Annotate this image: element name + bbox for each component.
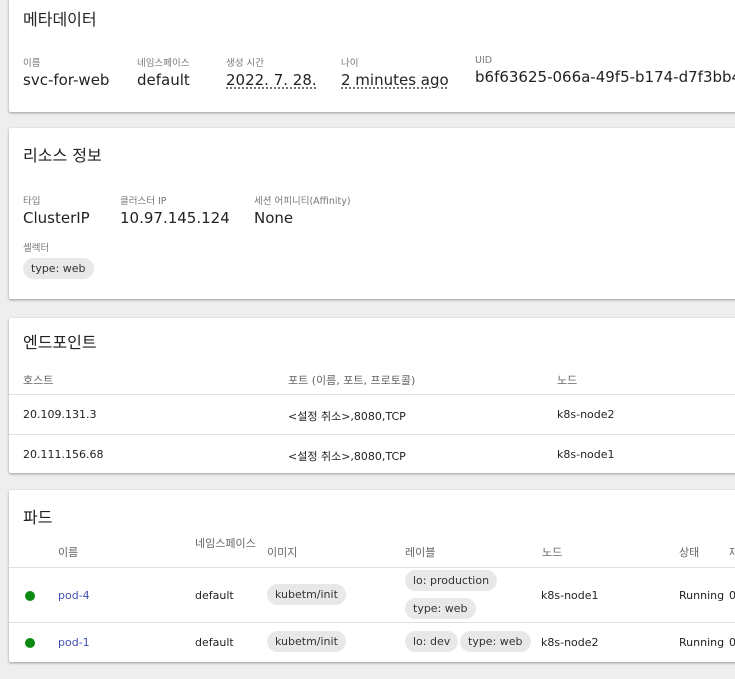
selector-field: 셀렉터 type: web <box>23 240 94 279</box>
divider <box>9 567 735 568</box>
pods-card: 파드 이름 네임스페이스 이미지 레이블 노드 상태 재 pod-4 defau… <box>9 490 735 662</box>
pods-header-image: 이미지 <box>267 546 298 559</box>
endpoint-ports: <설정 취소>,8080,TCP <box>288 450 406 463</box>
type-label: 타입 <box>23 196 41 207</box>
pod-label-chip: lo: dev <box>405 631 459 652</box>
pod-namespace: default <box>195 589 234 602</box>
cluster-ip-field: 클러스터 IP 10.97.145.124 <box>120 193 230 227</box>
metadata-card: 메타데이터 이름 svc-for-web 네임스페이스 default 생성 시… <box>9 0 735 112</box>
pods-header-name: 이름 <box>58 546 79 559</box>
endpoint-node: k8s-node1 <box>557 448 615 461</box>
selector-chip: type: web <box>23 258 94 279</box>
name-value: svc-for-web <box>23 71 110 89</box>
pod-image-chip: kubetm/init <box>267 631 346 652</box>
status-running-icon <box>25 591 35 601</box>
pod-status: Running <box>679 636 725 649</box>
pods-header-restarts: 재 <box>729 546 735 559</box>
affinity-label: 세션 어피니티(Affinity) <box>254 196 351 207</box>
affinity-value: None <box>254 209 294 227</box>
metadata-title: 메타데이터 <box>23 10 97 29</box>
endpoint-ports: <설정 취소>,8080,TCP <box>288 410 406 423</box>
name-label: 이름 <box>23 58 41 69</box>
endpoint-host: 20.111.156.68 <box>23 448 104 461</box>
endpoint-node: k8s-node2 <box>557 408 615 421</box>
selector-label: 셀렉터 <box>23 243 50 254</box>
status-running-icon <box>25 638 35 648</box>
age-value[interactable]: 2 minutes ago <box>341 71 449 89</box>
pod-restarts: 0 <box>729 636 735 649</box>
pod-restarts: 0 <box>729 589 735 602</box>
endpoints-header-ports: 포트 (이름, 포트, 프로토콜) <box>288 374 416 387</box>
created-field: 생성 시간 2022. 7. 28. <box>226 55 317 89</box>
resource-card: 리소스 정보 타입 ClusterIP 클러스터 IP 10.97.145.12… <box>9 128 735 299</box>
pod-image-chip: kubetm/init <box>267 584 346 605</box>
pod-status: Running <box>679 589 725 602</box>
namespace-value: default <box>137 71 190 89</box>
namespace-label: 네임스페이스 <box>137 58 190 69</box>
divider <box>9 394 735 395</box>
pod-name-link[interactable]: pod-1 <box>58 636 90 649</box>
cluster-ip-label: 클러스터 IP <box>120 196 167 207</box>
name-field: 이름 svc-for-web <box>23 55 109 89</box>
pods-title: 파드 <box>23 508 53 527</box>
pod-node: k8s-node1 <box>541 589 599 602</box>
pod-node: k8s-node2 <box>541 636 599 649</box>
created-value[interactable]: 2022. 7. 28. <box>226 71 317 89</box>
pods-header-labels: 레이블 <box>405 546 436 559</box>
endpoints-card: 엔드포인트 호스트 포트 (이름, 포트, 프로토콜) 노드 20.109.13… <box>9 318 735 473</box>
namespace-field: 네임스페이스 default <box>137 55 190 89</box>
type-value: ClusterIP <box>23 209 90 227</box>
affinity-field: 세션 어피니티(Affinity) None <box>254 193 351 227</box>
endpoint-host: 20.109.131.3 <box>23 408 97 421</box>
pods-header-status: 상태 <box>679 546 700 559</box>
type-field: 타입 ClusterIP <box>23 193 90 227</box>
cluster-ip-value: 10.97.145.124 <box>120 209 230 227</box>
pods-header-node: 노드 <box>542 546 563 559</box>
pod-label-chip: type: web <box>405 598 476 619</box>
pod-name-link[interactable]: pod-4 <box>58 589 90 602</box>
age-field: 나이 2 minutes ago <box>341 55 449 89</box>
resource-title: 리소스 정보 <box>23 146 102 165</box>
endpoints-header-node: 노드 <box>557 374 578 387</box>
uid-field: UID b6f63625-066a-49f5-b174-d7f3bb48 <box>475 55 735 86</box>
uid-label: UID <box>475 55 493 66</box>
pod-label-chip: lo: production <box>405 570 498 591</box>
divider <box>9 434 735 435</box>
divider <box>9 622 735 623</box>
pods-header-namespace: 네임스페이스 <box>195 537 256 550</box>
pod-label-chip: type: web <box>460 631 531 652</box>
endpoints-header-host: 호스트 <box>23 374 54 387</box>
age-label: 나이 <box>341 58 359 69</box>
pod-namespace: default <box>195 636 234 649</box>
created-label: 생성 시간 <box>226 58 264 69</box>
uid-value: b6f63625-066a-49f5-b174-d7f3bb48 <box>475 68 735 86</box>
endpoints-title: 엔드포인트 <box>23 333 97 352</box>
